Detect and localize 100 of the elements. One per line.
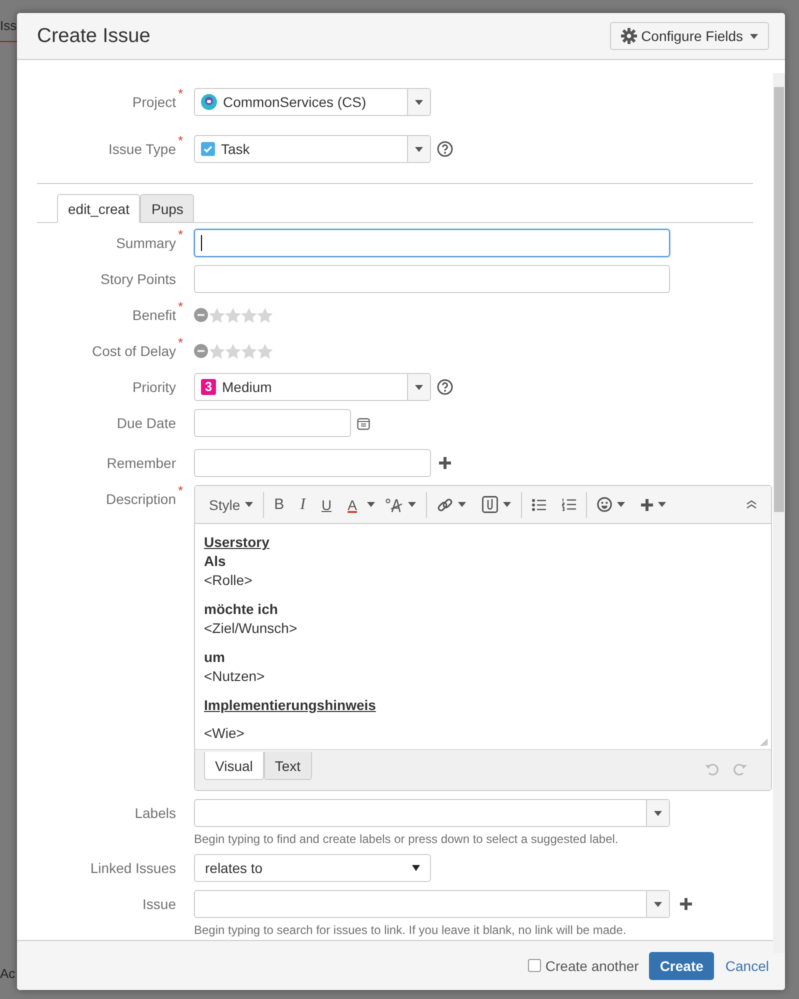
caret-icon: [245, 502, 254, 507]
field-label: Description: [106, 491, 176, 507]
field-label: Linked Issues: [90, 860, 176, 876]
dropdown-button[interactable]: [407, 374, 430, 400]
text-field[interactable]: [194, 449, 431, 477]
editor-heading: Userstory: [204, 533, 270, 552]
minus-circle-icon: [194, 308, 208, 322]
editor-mode-tab[interactable]: Text: [264, 752, 312, 780]
plus-icon: [680, 898, 692, 910]
format-button[interactable]: A: [340, 490, 365, 518]
task-checkbox-icon: [201, 142, 215, 156]
priority-badge: 3: [201, 379, 216, 395]
star-icon: [241, 344, 257, 358]
text-field[interactable]: [194, 265, 670, 293]
tab[interactable]: Pups: [140, 194, 194, 223]
plus-icon: [439, 457, 451, 469]
editor-text: möchte ich: [204, 600, 279, 619]
star-icon: [257, 308, 273, 322]
link-icon: [436, 496, 453, 512]
combo-field[interactable]: [194, 799, 670, 827]
editor-text: <Nutzen>: [204, 667, 266, 686]
field-label: Summary: [116, 235, 176, 251]
redo-icon: [733, 762, 747, 776]
dropdown-button[interactable]: [407, 136, 430, 162]
caret-icon: [654, 810, 662, 816]
select-field[interactable]: relates to: [194, 854, 431, 882]
caret-icon: [415, 384, 423, 390]
field-label: Project: [132, 94, 176, 110]
editor-text: <Wie>: [204, 724, 246, 743]
editor-text: Als: [204, 552, 227, 571]
caret-icon: [415, 146, 423, 152]
field-label: Cost of Delay: [92, 343, 176, 359]
background-text: Ac: [0, 966, 16, 981]
text-format-icon: [384, 496, 403, 512]
format-button[interactable]: B: [266, 490, 292, 518]
star-icon: [257, 344, 273, 358]
tab[interactable]: edit_creat: [57, 194, 140, 223]
collapse-icon: [746, 500, 757, 509]
dialog-title: Create Issue: [37, 24, 150, 48]
field-label: Due Date: [116, 415, 176, 431]
required-marker: *: [178, 132, 183, 150]
star-icon: [209, 308, 225, 322]
field-label: Issue: [142, 896, 176, 912]
caret-icon: [616, 502, 625, 507]
select-field[interactable]: 3 Medium: [194, 373, 431, 401]
cancel-link[interactable]: Cancel: [725, 958, 769, 974]
format-button[interactable]: I: [292, 490, 314, 518]
field-label: Benefit: [132, 307, 176, 323]
numbered-list-icon: [562, 498, 576, 511]
caret-icon: [412, 865, 420, 871]
dropdown-button[interactable]: [646, 800, 669, 826]
style-dropdown[interactable]: Style: [201, 490, 262, 518]
hint-text: Begin typing to search for issues to link. If you leave it blank, no link will be made.: [194, 923, 628, 937]
field-label: Labels: [134, 805, 176, 821]
star-icon: [225, 308, 241, 322]
required-marker: *: [178, 226, 183, 244]
create-button[interactable]: Create: [648, 952, 714, 980]
editor-text: <Rolle>: [204, 571, 254, 590]
star-icon: [209, 344, 225, 358]
select-field[interactable]: CommonServices (CS): [194, 88, 431, 116]
field-label: Priority: [132, 379, 176, 395]
combo-field[interactable]: [194, 890, 670, 918]
resize-grip-icon: [760, 738, 768, 746]
configure-fields-button[interactable]: Configure Fields: [610, 22, 769, 50]
caret-icon: [415, 100, 423, 104]
format-button[interactable]: U: [313, 490, 340, 518]
caret-icon: [408, 502, 416, 507]
caret-icon: [654, 902, 662, 906]
editor-text: <Ziel/Wunsch>: [204, 619, 298, 638]
text-field[interactable]: [194, 229, 670, 257]
project-avatar-icon: [201, 94, 217, 110]
required-marker: *: [178, 482, 183, 500]
caret-icon: [366, 502, 375, 507]
text-cursor: [201, 235, 202, 251]
caret-icon: [750, 34, 758, 38]
minus-circle-icon: [194, 344, 208, 358]
select-field[interactable]: Task: [194, 135, 431, 163]
plus-icon: [640, 498, 653, 510]
caret-icon: [658, 502, 666, 507]
editor-mode-tab[interactable]: Visual: [204, 752, 264, 780]
date-field[interactable]: [194, 409, 351, 437]
dropdown-button[interactable]: [407, 89, 430, 115]
undo-icon: [705, 762, 719, 776]
star-icon: [225, 344, 241, 358]
gear-icon: [621, 28, 638, 44]
editor-heading: Implementierungshinweis: [204, 696, 377, 715]
checkbox-label: Create another: [545, 958, 639, 974]
checkbox[interactable]: [528, 959, 542, 972]
calendar-icon: [357, 416, 370, 430]
scrollbar-thumb[interactable]: [774, 87, 784, 512]
caret-icon: [458, 502, 466, 507]
caret-icon: [502, 502, 511, 507]
hint-text: Begin typing to find and create labels or press down to select a suggested label.: [194, 832, 620, 846]
field-label: Issue Type: [108, 141, 176, 157]
required-marker: *: [178, 334, 183, 352]
attachment-icon: [482, 496, 498, 513]
field-label: Story Points: [100, 271, 176, 287]
scrollbar[interactable]: [773, 73, 785, 953]
dropdown-button[interactable]: [646, 891, 669, 917]
required-marker: *: [178, 85, 183, 103]
